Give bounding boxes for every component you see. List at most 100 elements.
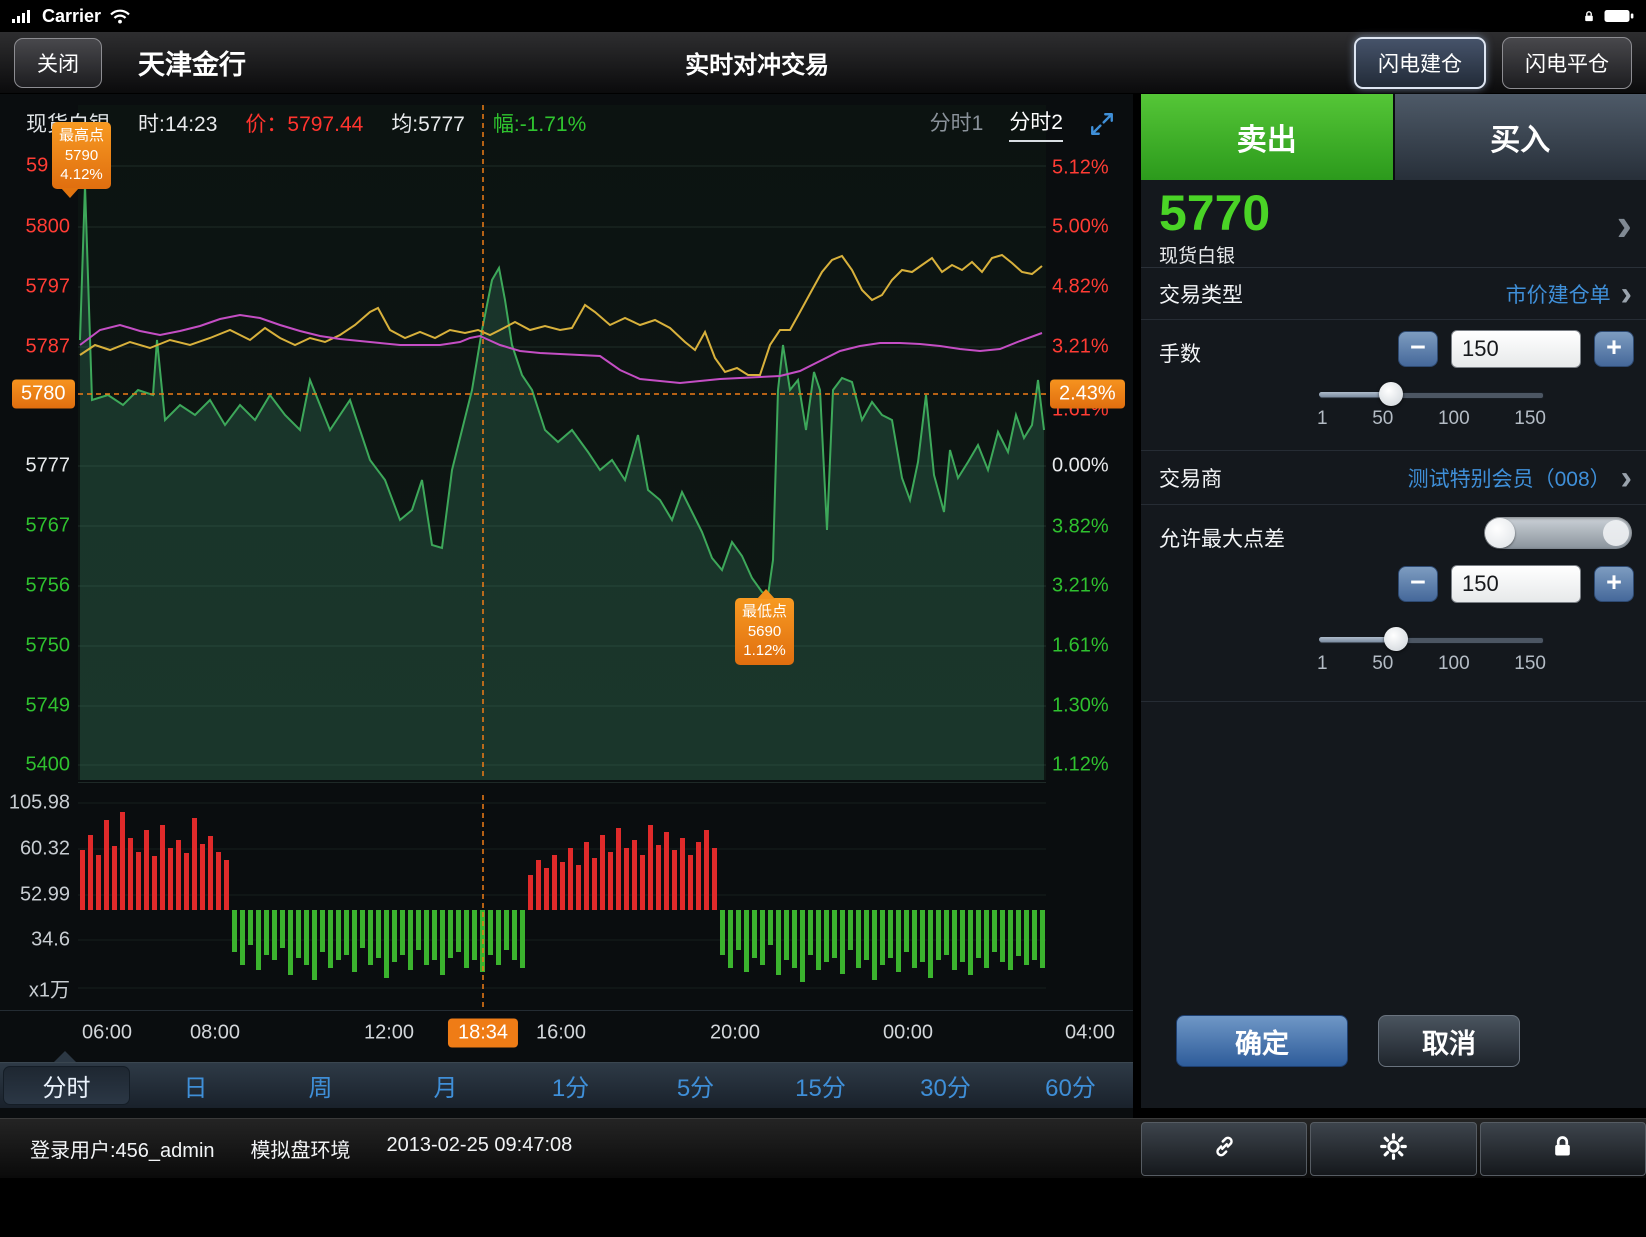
time-axis-label: 18:34 — [448, 1019, 518, 1048]
link-icon — [1211, 1133, 1238, 1165]
chart-divider — [78, 782, 1046, 783]
chevron-right-icon: › — [1621, 277, 1632, 311]
timeframe-tab-1[interactable]: 分时 — [3, 1066, 130, 1105]
max-spread-input[interactable] — [1451, 565, 1581, 603]
max-spread-minus-button[interactable]: − — [1398, 566, 1438, 602]
rotation-lock-icon — [1582, 9, 1596, 24]
slider-mark: 100 — [1438, 408, 1470, 430]
percent-axis-label: 1.30% — [1052, 695, 1109, 718]
instrument-row[interactable]: 5770 现货白银 › — [1141, 180, 1646, 268]
chart-mode-tab-1[interactable]: 分时1 — [930, 107, 984, 141]
slider-mark: 100 — [1438, 653, 1470, 675]
timeframe-tab-5[interactable]: 1分 — [508, 1063, 633, 1108]
lots-input[interactable] — [1451, 330, 1581, 368]
chevron-right-icon: › — [1617, 201, 1632, 247]
session-info: 登录用户:456_admin 模拟盘环境 2013-02-25 09:47:08 — [0, 1134, 1133, 1163]
timeframe-tab-4[interactable]: 月 — [383, 1063, 508, 1108]
slider-mark: 1 — [1317, 653, 1328, 675]
percent-axis-label: 1.61% — [1052, 635, 1109, 658]
timeframe-tab-2[interactable]: 日 — [133, 1063, 258, 1108]
flash-close-button[interactable]: 闪电平仓 — [1502, 37, 1632, 89]
volume-axis-label: 52.99 — [0, 884, 70, 907]
quote-price: 价：5797.44 — [245, 108, 363, 138]
cancel-button[interactable]: 取消 — [1378, 1015, 1520, 1067]
lots-slider[interactable] — [1319, 382, 1544, 406]
carrier-label: Carrier — [42, 6, 101, 27]
resize-arrows-icon[interactable] — [1089, 111, 1115, 137]
x-axis-divider — [0, 1010, 1133, 1011]
price-axis-label: 5777 — [0, 455, 70, 478]
max-spread-label: 允许最大点差 — [1159, 523, 1285, 553]
percent-axis-label: 3.21% — [1052, 336, 1109, 359]
bottom-filler — [0, 1178, 1646, 1237]
environment-label: 模拟盘环境 — [251, 1134, 351, 1163]
price-axis-label: 5750 — [0, 635, 70, 658]
order-type-row[interactable]: 交易类型 市价建仓单 › — [1141, 268, 1646, 320]
timeframe-notch — [54, 1051, 76, 1062]
price-chart[interactable] — [78, 105, 1046, 780]
lots-section: 手数 − + 150100150 — [1141, 320, 1646, 451]
footer-lock-button[interactable] — [1480, 1122, 1646, 1176]
order-price: 5770 — [1159, 180, 1646, 238]
volume-chart[interactable] — [78, 795, 1046, 1010]
flash-open-button[interactable]: 闪电建仓 — [1354, 37, 1486, 89]
bottom-bar: 登录用户:456_admin 模拟盘环境 2013-02-25 09:47:08 — [0, 1118, 1646, 1178]
price-axis-label: 5797 — [0, 276, 70, 299]
order-type-value: 市价建仓单 — [1506, 279, 1611, 309]
time-axis-label: 12:00 — [364, 1022, 414, 1045]
timeframe-tab-7[interactable]: 15分 — [758, 1063, 883, 1108]
max-spread-section: 允许最大点差 − + 150100150 — [1141, 505, 1646, 702]
slider-mark: 1 — [1317, 408, 1328, 430]
footer-link-button[interactable] — [1141, 1122, 1307, 1176]
time-axis-label: 20:00 — [710, 1022, 760, 1045]
order-symbol: 现货白银 — [1159, 241, 1646, 268]
broker-label: 交易商 — [1159, 463, 1222, 493]
percent-axis-label: 4.82% — [1052, 276, 1109, 299]
max-spread-slider-thumb[interactable] — [1384, 627, 1408, 651]
max-spread-stepper: − + — [1398, 565, 1634, 603]
broker-row[interactable]: 交易商 测试特别会员（008） › — [1141, 451, 1646, 505]
page-title: 实时对冲交易 — [685, 45, 829, 80]
time-axis-label: 16:00 — [536, 1022, 586, 1045]
lots-minus-button[interactable]: − — [1398, 331, 1438, 367]
percent-axis-label: 3.82% — [1052, 516, 1109, 539]
order-actions: 确定 取消 — [1141, 1015, 1646, 1067]
time-axis-label: 04:00 — [1065, 1022, 1115, 1045]
slider-mark: 50 — [1372, 408, 1393, 430]
chevron-right-icon: › — [1621, 461, 1632, 495]
extreme-point-badge: 最高点57904.12% — [52, 122, 111, 189]
quote-time: 时:14:23 — [138, 108, 217, 138]
timeframe-tab-6[interactable]: 5分 — [633, 1063, 758, 1108]
chart-panel: 现货白银 时:14:23 价：5797.44 均:5777 幅:-1.71% 分… — [0, 94, 1133, 1118]
slider-mark: 50 — [1372, 653, 1393, 675]
lots-slider-thumb[interactable] — [1379, 382, 1403, 406]
tab-sell[interactable]: 卖出 — [1141, 94, 1393, 180]
lots-label: 手数 — [1159, 338, 1201, 368]
max-spread-slider[interactable] — [1319, 627, 1544, 651]
timeframe-tab-3[interactable]: 周 — [258, 1063, 383, 1108]
price-axis-label: 5400 — [0, 754, 70, 777]
max-spread-plus-button[interactable]: + — [1594, 566, 1634, 602]
lots-plus-button[interactable]: + — [1594, 331, 1634, 367]
timeframe-tab-9[interactable]: 60分 — [1008, 1063, 1133, 1108]
lock-icon — [1549, 1133, 1576, 1165]
slider-mark: 150 — [1514, 408, 1546, 430]
toggle-knob[interactable] — [1485, 518, 1515, 548]
close-button[interactable]: 关闭 — [14, 38, 102, 88]
login-user-label: 登录用户:456_admin — [30, 1134, 215, 1163]
chart-mode-tab-2[interactable]: 分时2 — [1009, 106, 1063, 142]
max-spread-toggle[interactable] — [1484, 517, 1632, 549]
volume-axis-label: 105.98 — [0, 792, 70, 815]
lots-stepper: − + — [1398, 330, 1634, 368]
percent-axis-label: 3.21% — [1052, 575, 1109, 598]
extreme-point-badge: 最低点56901.12% — [735, 598, 794, 665]
footer-gear-button[interactable] — [1310, 1122, 1476, 1176]
confirm-button[interactable]: 确定 — [1176, 1015, 1348, 1067]
footer-buttons — [1141, 1122, 1646, 1176]
time-axis-label: 06:00 — [82, 1022, 132, 1045]
timeframe-tab-8[interactable]: 30分 — [883, 1063, 1008, 1108]
time-axis-label: 08:00 — [190, 1022, 240, 1045]
datetime-label: 2013-02-25 09:47:08 — [387, 1134, 573, 1163]
quote-change: 幅:-1.71% — [493, 108, 586, 138]
tab-buy[interactable]: 买入 — [1393, 94, 1646, 180]
